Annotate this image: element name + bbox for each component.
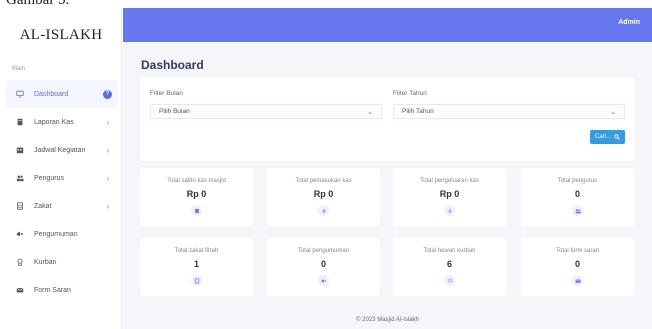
stat-card-zakat-fitrah: Total zakat fitrah 1 [140,238,253,296]
filter-card: Filter Bulan Pilih Bulan ⌄ Filter Tahun … [140,77,635,161]
sidebar-section-label: Main [12,66,26,72]
stat-card-pengumuman: Total pengumuman 0 [267,238,380,296]
book-icon [14,117,26,127]
sidebar-item-label: Dashboard [34,90,69,98]
month-filter-label: Filter Bulan [150,90,183,97]
top-navbar: Admin [123,8,652,42]
sidebar-item-label: Form Saran [34,286,71,294]
sidebar-item-pengumuman[interactable]: Pengumuman [6,220,118,248]
stat-label: Total pengumuman [297,248,350,254]
page-title: Dashboard [141,58,204,72]
stat-value: 0 [320,259,326,269]
sidebar: AL-ISLAKH Main Dashboard ? Laporan Kas ›… [0,8,122,329]
sidebar-item-kurban[interactable]: Kurban [6,248,118,276]
award-icon [444,275,455,286]
stat-value: 0 [574,189,580,199]
users-icon [572,205,583,216]
stat-label: Total pengurus [557,178,598,184]
year-select[interactable]: Pilih Tahun ⌄ [393,104,625,119]
monitor-icon [14,89,26,99]
megaphone-icon [14,229,26,239]
stat-value: 6 [446,259,452,269]
chevron-right-icon: › [106,173,110,183]
chevron-down-icon: ⌄ [367,108,373,116]
calendar-icon [14,145,26,155]
building-icon [14,201,26,211]
sidebar-nav: Dashboard ? Laporan Kas › Jadwal Kegiata… [6,80,118,304]
stat-label: Total pemasukan kas [295,178,352,184]
stat-card-pengurus: Total pengurus 0 [521,168,634,226]
sidebar-item-badge: ? [103,89,112,99]
building-icon [191,275,202,286]
chevron-right-icon: › [106,117,110,127]
stat-label: Total pengeluaran kas [420,178,479,184]
sidebar-item-form-saran[interactable]: Form Saran [6,276,118,304]
month-select[interactable]: Pilih Bulan ⌄ [150,104,382,119]
stat-card-pemasukan-kas: Total pemasukan kas Rp 0 [267,168,380,226]
main-content: Dashboard Filter Bulan Pilih Bulan ⌄ Fil… [123,42,652,329]
stat-label: Total hewan kurban [423,248,476,254]
search-icon [614,134,620,140]
sidebar-item-label: Pengumuman [34,230,78,238]
users-icon [14,173,26,183]
arrow-down-icon [444,205,455,216]
search-button-label: Cari... [594,134,611,140]
sidebar-item-label: Kurban [34,258,57,266]
envelope-icon [14,285,26,295]
envelope-icon [572,275,583,286]
user-menu[interactable]: Admin [618,19,640,26]
sidebar-item-label: Pengurus [34,174,64,182]
figure-caption: Gambar 5. [6,0,70,8]
month-select-value: Pilih Bulan [159,108,190,115]
sidebar-item-pengurus[interactable]: Pengurus › [6,164,118,192]
sidebar-item-jadwal-kegiatan[interactable]: Jadwal Kegiatan › [6,136,118,164]
megaphone-icon [318,275,329,286]
year-select-value: Pilih Tahun [402,108,434,115]
stat-label: Total saldo kas masjid [167,178,226,184]
sidebar-item-label: Zakat [34,202,52,210]
sidebar-item-laporan-kas[interactable]: Laporan Kas › [6,108,118,136]
stat-card-saldo-kas: Total saldo kas masjid Rp 0 [140,168,253,226]
sidebar-item-dashboard[interactable]: Dashboard ? [6,80,118,108]
stat-card-hewan-kurban: Total hewan kurban 6 [393,238,506,296]
chevron-down-icon: ⌄ [610,108,616,116]
chevron-right-icon: › [106,201,110,211]
sidebar-item-label: Jadwal Kegiatan [34,146,86,154]
stat-card-pengeluaran-kas: Total pengeluaran kas Rp 0 [393,168,506,226]
sidebar-item-label: Laporan Kas [34,118,74,126]
stat-value: 0 [574,259,580,269]
stat-label: Total zakat fitrah [174,248,219,254]
sidebar-item-zakat[interactable]: Zakat › [6,192,118,220]
stat-value: Rp 0 [186,189,207,199]
stat-value: 1 [193,259,199,269]
stat-value: Rp 0 [313,189,334,199]
stat-card-form-saran: Total form saran 0 [521,238,634,296]
search-button[interactable]: Cari... [590,130,625,144]
year-filter-label: Filter Tahun [393,90,427,97]
stat-label: Total form saran [555,248,600,254]
award-icon [14,257,26,267]
stat-value: Rp 0 [439,189,460,199]
app-logo[interactable]: AL-ISLAKH [0,27,122,44]
chevron-right-icon: › [106,145,110,155]
book-icon [191,205,202,216]
footer: © 2023 Masjid Al-Islakh [123,311,652,329]
arrow-up-icon [318,205,329,216]
